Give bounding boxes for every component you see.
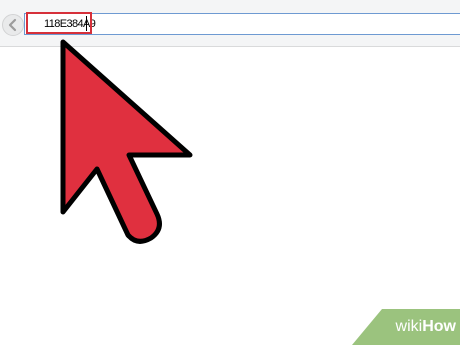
watermark-wiki: wiki [395, 318, 423, 335]
red-pointer-arrow-icon [60, 39, 193, 244]
watermark-how: How [422, 318, 456, 335]
wikihow-watermark: wikiHow [352, 309, 460, 345]
watermark-text: wikiHow [396, 318, 456, 336]
